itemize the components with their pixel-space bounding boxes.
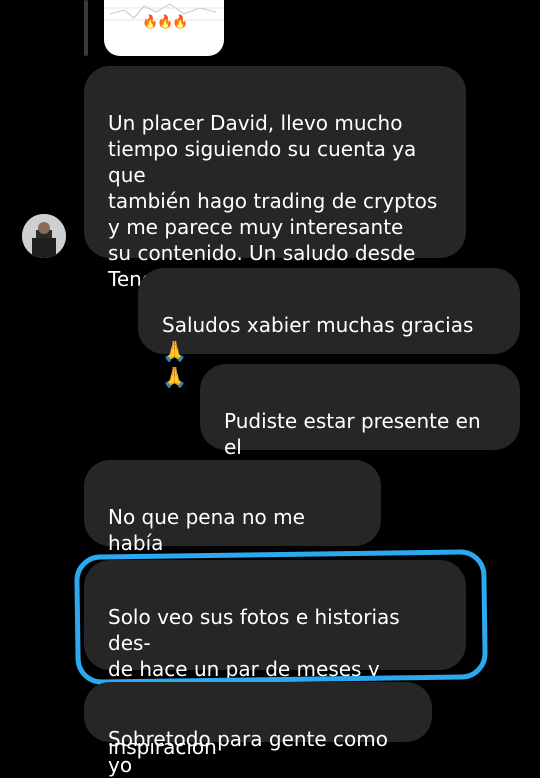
message-bubble-m1[interactable]: Un placer David, llevo mucho tiempo sigu… [84, 66, 466, 291]
thread-line [84, 0, 88, 56]
message-text: Un placer David, llevo mucho tiempo sigu… [108, 111, 438, 291]
message-bubble-m2[interactable]: Saludos xabier muchas gracias 🙏 🙏 [138, 268, 520, 389]
message-bubble-m3[interactable]: Pudiste estar presente en el zoom? [200, 364, 520, 485]
avatar-photo [22, 214, 66, 258]
avatar[interactable] [22, 214, 66, 258]
fire-emoji: 🔥🔥🔥 [142, 15, 189, 30]
highlight-outline [74, 549, 488, 685]
message-bubble-m6[interactable]: Sobretodo para gente como yo [84, 682, 432, 777]
message-bubble-m4[interactable]: No que pena no me había enterado del zoo… [84, 460, 381, 581]
shared-post-card[interactable]: 🔥🔥🔥 [104, 0, 224, 56]
